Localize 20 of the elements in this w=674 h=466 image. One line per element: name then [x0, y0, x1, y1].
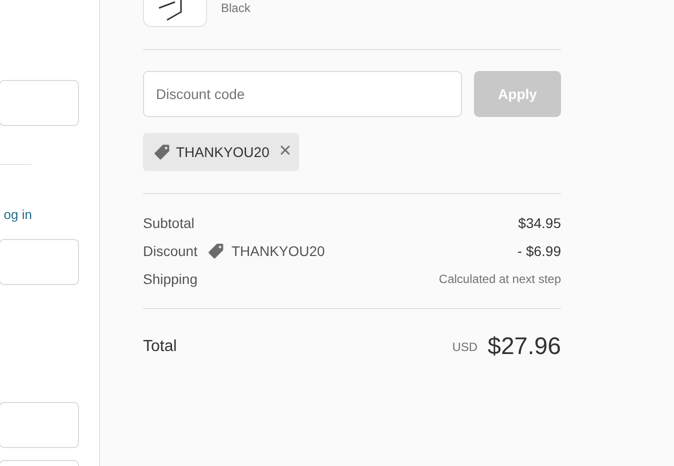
input-field[interactable] — [0, 402, 79, 448]
tag-icon — [207, 242, 226, 260]
total-label: Total — [143, 337, 177, 357]
tag-icon — [153, 143, 171, 161]
summary-label: Subtotal — [143, 214, 194, 232]
discount-code: THANKYOU20 — [176, 142, 270, 162]
discount-code: THANKYOU20 — [231, 242, 325, 260]
variant-label: Black — [221, 0, 250, 17]
total-amount: $27.96 — [488, 332, 561, 362]
discount-code-field[interactable]: Discount code — [143, 71, 462, 117]
input-field[interactable] — [0, 238, 79, 284]
currency-code: USD — [452, 339, 478, 356]
summary-value: $34.95 — [518, 214, 561, 232]
summary-label: Discount — [143, 242, 198, 260]
summary-value: - $6.99 — [517, 242, 561, 260]
login-link[interactable]: og in — [4, 205, 32, 224]
close-button[interactable]: ✕ — [278, 144, 292, 160]
summary-value: Calculated at next step — [438, 271, 561, 288]
input-field[interactable] — [0, 80, 79, 126]
summary-label: Shipping — [143, 270, 198, 289]
